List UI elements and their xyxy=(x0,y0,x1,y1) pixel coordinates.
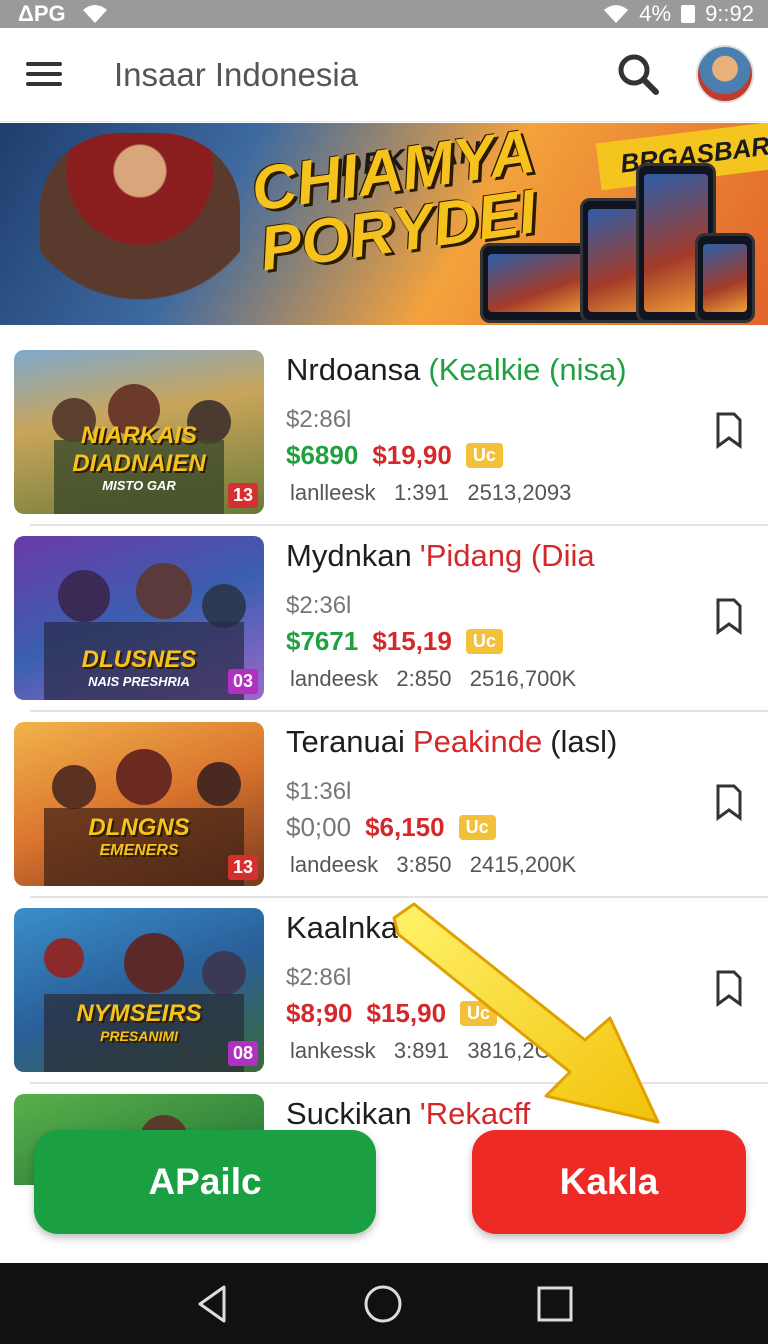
price-a: $7671 xyxy=(286,626,359,656)
list-item[interactable]: NIARKAIS DIADNAIEN MISTO GAR 13 Nrdoansa… xyxy=(0,340,768,526)
promo-banner[interactable]: DEKISAN CHIAMYA PORYDEI BRGASBAR! xyxy=(0,123,768,325)
carrier-label: ΔPG xyxy=(18,1,66,26)
home-icon[interactable] xyxy=(360,1281,406,1327)
bookmark-icon[interactable] xyxy=(714,410,744,450)
item-title: Teranuai Peakinde (lasl) xyxy=(286,724,618,759)
thumbnail-number: 03 xyxy=(227,669,258,694)
original-price: $2:36l xyxy=(286,592,352,619)
thumbnail-title: DLNGNS EMENERS xyxy=(88,814,190,859)
price-row: $0;00 $6,150 Uc xyxy=(286,812,496,843)
price-a: $0;00 xyxy=(286,812,352,842)
item-meta: lanlleesk 1:391 2513,2093 xyxy=(290,480,572,505)
app-title: Insaar Indonesia xyxy=(114,56,359,93)
list-item[interactable]: NYMSEIRS PRESANIMI 08 Kaalnkar $2:86l $8… xyxy=(0,898,768,1084)
game-thumbnail: NIARKAIS DIADNAIEN MISTO GAR 13 xyxy=(14,350,264,514)
game-thumbnail: DLNGNS EMENERS 13 xyxy=(14,722,264,886)
thumbnail-number: 13 xyxy=(227,483,258,508)
currency-badge: Uc xyxy=(460,1001,498,1026)
avatar[interactable] xyxy=(696,45,754,103)
item-title: Nrdoansa (Kealkie (nisa) xyxy=(286,352,627,387)
price-b: $15,19 xyxy=(372,626,452,656)
recents-icon[interactable] xyxy=(532,1281,578,1327)
price-row: $8;90 $15,90 Uc xyxy=(286,998,498,1029)
phone-image xyxy=(695,233,755,323)
price-a: $8;90 xyxy=(286,998,353,1028)
price-b: $15,90 xyxy=(366,998,447,1028)
warriors-art xyxy=(44,749,244,886)
thumbnail-title: NYMSEIRS PRESANIMI xyxy=(76,1000,202,1044)
list-item[interactable]: DLNGNS EMENERS 13 Teranuai Peakinde (lasl)… xyxy=(0,712,768,898)
item-title: Mydnkan 'Pidang (Diia xyxy=(286,538,595,573)
list-item[interactable]: DLUSNES NAIS PRESHRIA 03 Mydnkan 'Pidang … xyxy=(0,526,768,712)
warriors-art xyxy=(44,933,246,1072)
thumbnail-number: 13 xyxy=(227,855,258,880)
system-nav-bar xyxy=(0,1263,768,1344)
primary-action-button[interactable]: APailc xyxy=(34,1130,376,1234)
thumbnail-title: DLUSNES NAIS PRESHRIA xyxy=(81,646,197,689)
thumbnail-title: NIARKAIS DIADNAIEN MISTO GAR xyxy=(72,422,206,493)
currency-badge: Uc xyxy=(465,443,503,468)
item-meta: lankessk 3:891 3816,2C xyxy=(290,1038,551,1063)
secondary-action-button[interactable]: Kakla xyxy=(472,1130,746,1234)
battery-icon xyxy=(681,5,696,23)
price-a: $6890 xyxy=(286,440,359,470)
app-bar: Insaar Indonesia xyxy=(0,28,768,122)
hero-character-image xyxy=(40,133,240,323)
original-price: $2:86l xyxy=(286,964,352,991)
bookmark-icon[interactable] xyxy=(714,596,744,636)
currency-badge: Uc xyxy=(458,815,496,840)
thumbnail-number: 08 xyxy=(227,1041,258,1066)
bookmark-icon[interactable] xyxy=(714,968,744,1008)
game-thumbnail: NYMSEIRS PRESANIMI 08 xyxy=(14,908,264,1072)
price-row: $6890 $19,90 Uc xyxy=(286,440,503,471)
hamburger-menu-icon[interactable] xyxy=(26,58,66,92)
clock: 9::92 xyxy=(705,1,754,26)
search-icon[interactable] xyxy=(614,50,662,98)
price-row: $7671 $15,19 Uc xyxy=(286,626,503,657)
product-list: NIARKAIS DIADNAIEN MISTO GAR 13 Nrdoansa… xyxy=(0,340,768,1190)
back-icon[interactable] xyxy=(190,1281,236,1327)
status-bar: ΔPG 4% 9::92 xyxy=(0,0,768,28)
battery-percent: 4% xyxy=(639,1,672,26)
item-meta: landeesk 2:850 2516,700K xyxy=(290,666,577,691)
item-title: Suckikan 'Rekacff xyxy=(286,1096,531,1131)
original-price: $1:36l xyxy=(286,778,352,805)
item-title: Kaalnkar xyxy=(286,910,409,945)
bookmark-icon[interactable] xyxy=(714,782,744,822)
original-price: $2:86l xyxy=(286,406,352,433)
item-meta: landeesk 3:850 2415,200K xyxy=(290,852,577,877)
wifi-icon xyxy=(82,5,107,23)
price-b: $6,150 xyxy=(365,812,445,842)
currency-badge: Uc xyxy=(465,629,503,654)
game-thumbnail: DLUSNES NAIS PRESHRIA 03 xyxy=(14,536,264,700)
wifi-signal-icon xyxy=(604,5,629,23)
price-b: $19,90 xyxy=(372,440,452,470)
